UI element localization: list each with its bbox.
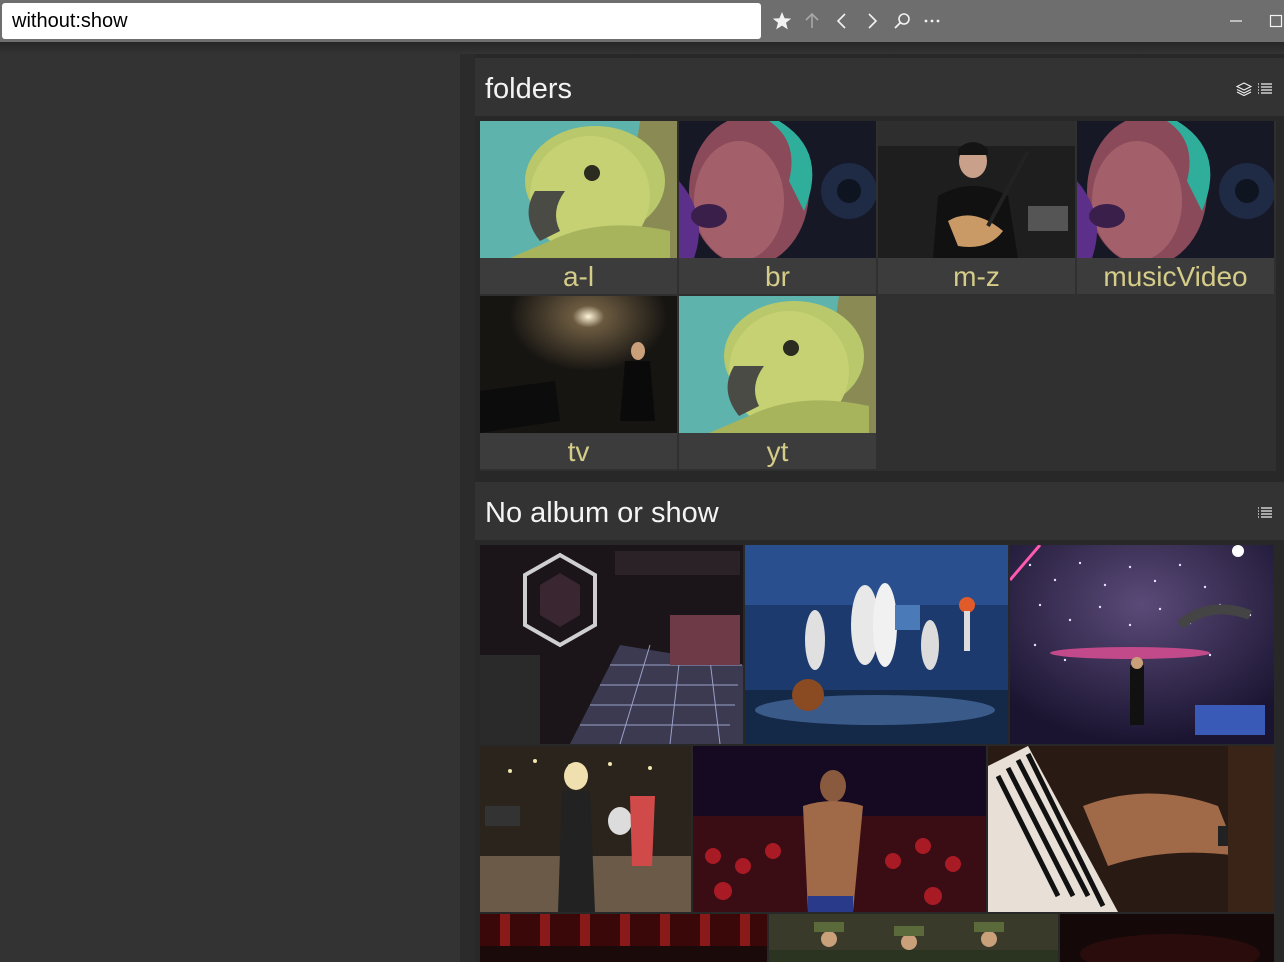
no-album-header: No album or show — [475, 482, 1284, 540]
video-thumbnail[interactable] — [1010, 545, 1274, 744]
minimize-icon[interactable] — [1222, 6, 1250, 36]
browser-toolbar: without:show — [0, 0, 1284, 42]
video-thumbnail[interactable] — [1060, 914, 1274, 962]
url-input[interactable]: without:show — [2, 3, 761, 39]
folder-tile[interactable]: a-l — [480, 121, 677, 294]
folder-tile[interactable]: m-z — [878, 121, 1075, 294]
arrow-up-icon[interactable] — [798, 6, 826, 36]
folders-grid: a-l br m-z musicVideo tv yt — [480, 121, 1276, 471]
folder-thumbnail — [1077, 121, 1274, 258]
video-thumbnail[interactable] — [769, 914, 1058, 962]
video-thumbnail[interactable] — [988, 746, 1274, 912]
folder-thumbnail — [480, 296, 677, 433]
folder-tile[interactable]: br — [679, 121, 876, 294]
folder-tile[interactable]: tv — [480, 296, 677, 469]
chevron-right-icon[interactable] — [858, 6, 886, 36]
folders-title: folders — [485, 73, 573, 105]
folder-thumbnail — [480, 121, 677, 258]
folder-thumbnail — [679, 121, 876, 258]
video-thumbnail[interactable] — [745, 545, 1008, 744]
folder-tile[interactable]: yt — [679, 296, 876, 469]
no-album-title: No album or show — [485, 497, 719, 529]
folder-label: tv — [480, 433, 677, 469]
folder-thumbnail — [878, 121, 1075, 258]
star-icon[interactable] — [768, 6, 796, 36]
folder-tile[interactable]: musicVideo — [1077, 121, 1274, 294]
video-thumbnail[interactable] — [693, 746, 986, 912]
video-thumbnail[interactable] — [480, 914, 767, 962]
list-view-icon[interactable] — [1256, 80, 1274, 98]
panel-divider[interactable] — [460, 54, 475, 962]
ellipsis-icon[interactable] — [918, 6, 946, 36]
list-view-icon[interactable] — [1256, 504, 1274, 522]
search-icon[interactable] — [888, 6, 916, 36]
folder-label: musicVideo — [1077, 258, 1274, 294]
folder-label: m-z — [878, 258, 1075, 294]
folders-header: folders — [475, 58, 1284, 116]
video-thumbnail[interactable] — [480, 746, 691, 912]
sidebar — [0, 54, 460, 962]
chevron-left-icon[interactable] — [828, 6, 856, 36]
folder-label: a-l — [480, 258, 677, 294]
layers-icon[interactable] — [1235, 80, 1253, 98]
toolbar-shadow — [0, 42, 1284, 54]
folder-label: br — [679, 258, 876, 294]
main-content: folders a-l br m-z musicVideo tv yt No a… — [475, 54, 1284, 962]
maximize-icon[interactable] — [1262, 6, 1284, 36]
video-thumbnail[interactable] — [480, 545, 743, 744]
folder-thumbnail — [679, 296, 876, 433]
folder-label: yt — [679, 433, 876, 469]
